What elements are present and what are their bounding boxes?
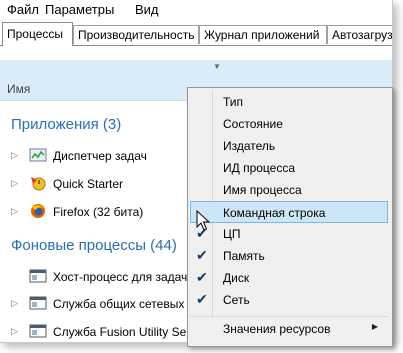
menu-item-label: Имя процесса [223, 183, 302, 197]
group-background-title: Фоновые процессы (44) [11, 237, 177, 254]
menu-options[interactable]: Параметры [45, 2, 114, 17]
process-window-icon [29, 296, 47, 310]
menu-item-label: Память [223, 249, 265, 263]
menu-item-publisher[interactable]: Издатель [190, 136, 388, 156]
tab-performance[interactable]: Производительность [73, 25, 199, 44]
quick-starter-icon [31, 177, 46, 191]
expand-arrow-icon[interactable]: ▷ [11, 298, 18, 309]
submenu-arrow-icon: ▶ [371, 322, 378, 331]
menu-view[interactable]: Вид [135, 2, 159, 17]
process-window-icon [29, 269, 47, 283]
menu-item-label: Состояние [223, 117, 283, 131]
menu-item-label: Тип [223, 95, 244, 109]
menu-item-label: Значения ресурсов [223, 322, 331, 336]
process-window-icon [29, 324, 47, 338]
process-label: Хост-процесс для задач W [53, 270, 202, 284]
process-label: Диспетчер задач [53, 149, 147, 163]
expand-arrow-icon[interactable]: ▷ [11, 150, 18, 161]
firefox-icon [31, 204, 45, 218]
menu-item-label: ЦП [223, 227, 241, 241]
menu-item-label: Издатель [223, 139, 276, 153]
process-label: Firefox (32 бита) [53, 205, 144, 219]
tab-app-history[interactable]: Журнал приложений [199, 25, 327, 44]
mouse-cursor-icon [196, 210, 210, 231]
checkmark-icon: ✔ [196, 269, 208, 285]
process-label: Quick Starter [53, 177, 124, 191]
menu-item-type[interactable]: Тип [190, 92, 388, 112]
task-manager-icon [29, 148, 47, 162]
process-label: Служба общих сетевых р [53, 297, 195, 311]
tab-bar: Процессы Производительность Журнал прило… [0, 22, 392, 46]
menu-file[interactable]: Файл [7, 2, 39, 17]
checkmark-icon: ✔ [196, 247, 208, 263]
menu-item-label: Сеть [223, 293, 250, 307]
columns-context-menu: Тип Состояние Издатель ИД процесса Имя п… [187, 87, 393, 347]
expand-arrow-icon[interactable]: ▷ [11, 178, 18, 189]
menu-item-status[interactable]: Состояние [190, 114, 388, 134]
menu-item-network[interactable]: ✔ Сеть [190, 290, 388, 310]
menu-bar: Файл Параметры Вид [0, 0, 392, 20]
checkmark-icon: ✔ [196, 291, 208, 307]
menu-item-cpu[interactable]: ✔ ЦП [190, 224, 388, 244]
menu-item-disk[interactable]: ✔ Диск [190, 268, 388, 288]
tab-startup[interactable]: Автозагрузка [327, 25, 392, 44]
menu-item-process-name[interactable]: Имя процесса [190, 180, 388, 200]
menu-item-label: ИД процесса [223, 161, 296, 175]
group-apps-title: Приложения (3) [11, 116, 122, 133]
menu-item-command-line[interactable]: Командная строка [190, 201, 388, 223]
menu-item-memory[interactable]: ✔ Память [190, 246, 388, 266]
expand-arrow-icon[interactable]: ▷ [11, 326, 18, 337]
menu-item-resource-values[interactable]: Значения ресурсов ▶ [190, 319, 388, 339]
expand-arrow-icon[interactable]: ▷ [11, 206, 18, 217]
process-label: Служба Fusion Utility Ser [53, 325, 191, 339]
sort-arrow-icon[interactable]: ▼ [213, 62, 221, 71]
menu-item-label: Командная строка [223, 206, 326, 220]
menu-separator [190, 316, 388, 317]
menu-item-pid[interactable]: ИД процесса [190, 158, 388, 178]
tab-processes[interactable]: Процессы [2, 22, 73, 46]
menu-item-label: Диск [223, 271, 250, 285]
column-name-header[interactable]: Имя [7, 82, 30, 96]
